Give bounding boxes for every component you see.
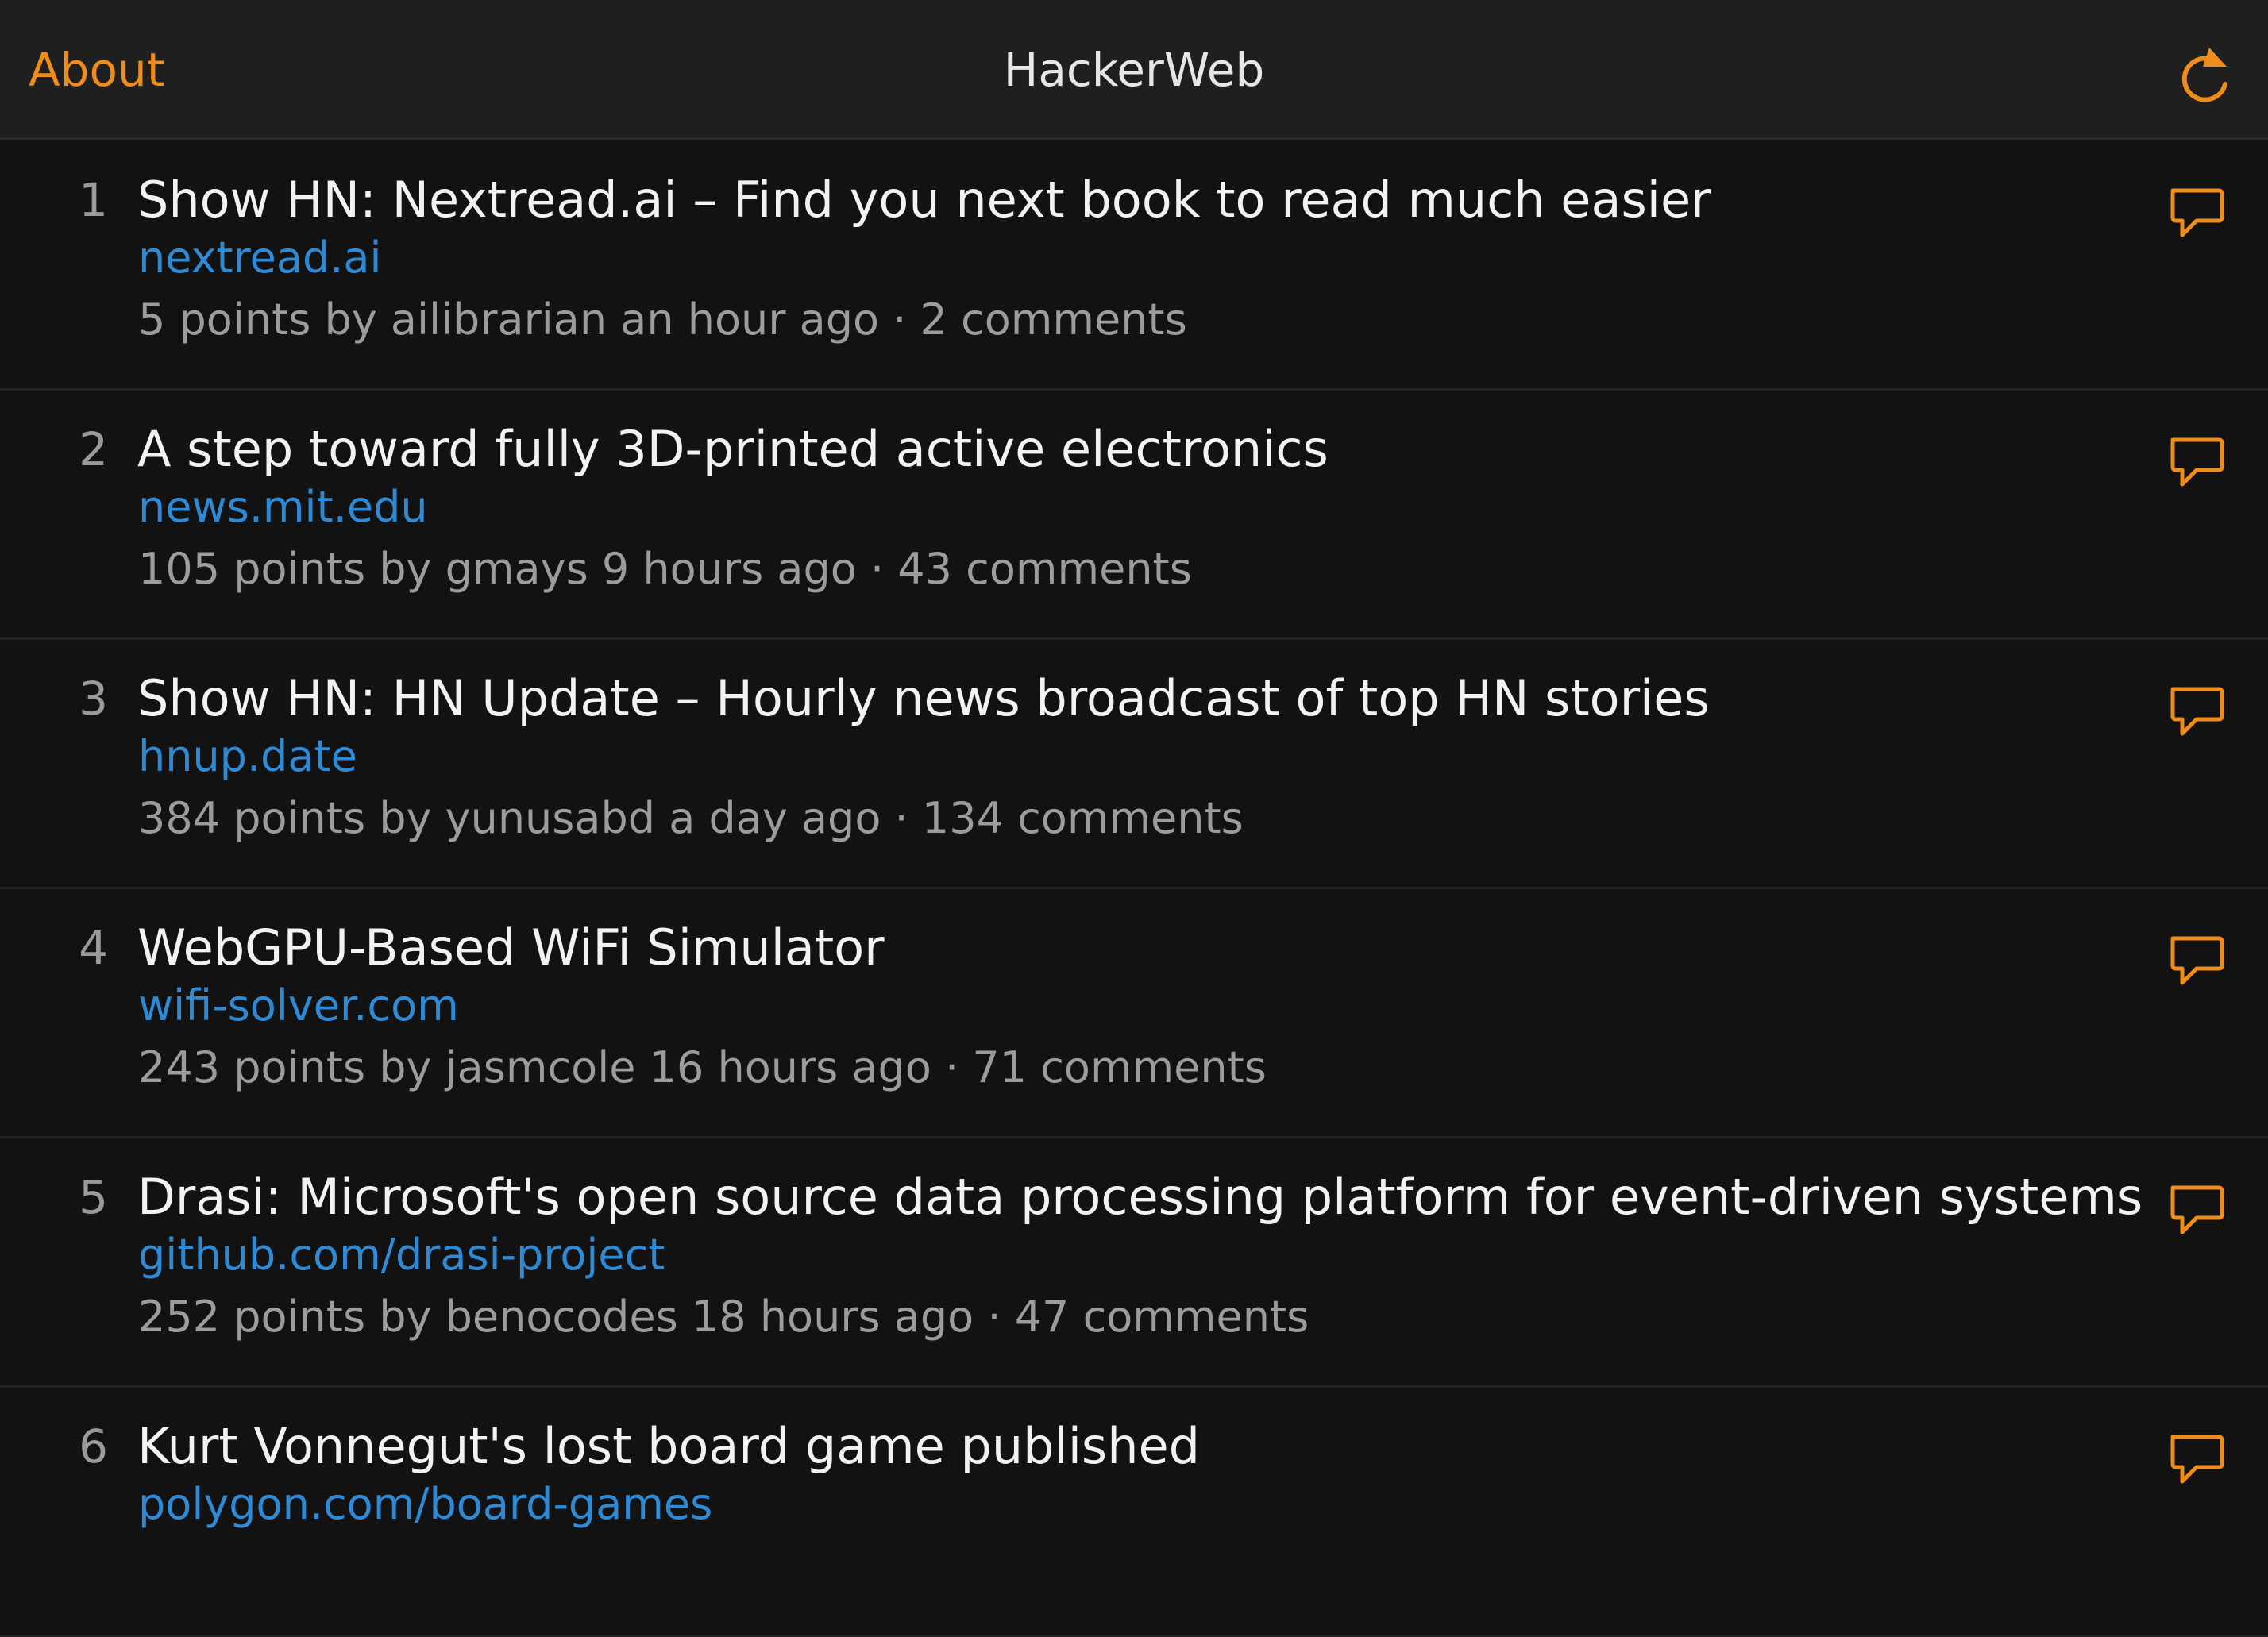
story-list: 1 Show HN: Nextread.ai – Find you next b… bbox=[0, 141, 2268, 1637]
story-item: 4 WebGPU-Based WiFi Simulator wifi-solve… bbox=[0, 889, 2268, 1138]
story-title-link[interactable]: A step toward fully 3D-printed active el… bbox=[137, 421, 1329, 478]
speech-bubble-icon bbox=[2170, 188, 2224, 237]
comments-button[interactable] bbox=[2165, 432, 2228, 495]
story-meta: 105 points by gmays 9 hours ago · 43 com… bbox=[138, 544, 1192, 594]
story-item: 3 Show HN: HN Update – Hourly news broad… bbox=[0, 640, 2268, 889]
story-item: 2 A step toward fully 3D-printed active … bbox=[0, 391, 2268, 640]
story-rank: 2 bbox=[79, 422, 108, 476]
speech-bubble-icon bbox=[2170, 1185, 2224, 1234]
story-rank: 4 bbox=[79, 921, 108, 975]
story-domain-link[interactable]: hnup.date bbox=[138, 730, 357, 783]
story-rank: 5 bbox=[79, 1170, 108, 1224]
story-domain-link[interactable]: wifi-solver.com bbox=[138, 980, 459, 1032]
story-domain-link[interactable]: news.mit.edu bbox=[138, 481, 428, 533]
app-title: HackerWeb bbox=[1003, 43, 1265, 97]
speech-bubble-icon bbox=[2170, 1435, 2224, 1484]
top-navigation-bar: About HackerWeb bbox=[0, 0, 2268, 140]
story-meta: 384 points by yunusabd a day ago · 134 c… bbox=[138, 793, 1244, 843]
comments-button[interactable] bbox=[2165, 681, 2228, 745]
story-item: 5 Drasi: Microsoft's open source data pr… bbox=[0, 1138, 2268, 1388]
story-rank: 6 bbox=[79, 1419, 108, 1473]
story-domain-link[interactable]: nextread.ai bbox=[138, 232, 382, 284]
story-rank: 1 bbox=[79, 173, 108, 227]
comments-button[interactable] bbox=[2165, 930, 2228, 994]
refresh-icon bbox=[2181, 48, 2228, 102]
refresh-button[interactable] bbox=[2170, 43, 2238, 111]
story-item: 6 Kurt Vonnegut's lost board game publis… bbox=[0, 1388, 2268, 1637]
comments-button[interactable] bbox=[2165, 1180, 2228, 1243]
story-domain-link[interactable]: polygon.com/board-games bbox=[138, 1478, 712, 1531]
story-title-link[interactable]: Show HN: HN Update – Hourly news broadca… bbox=[137, 670, 1710, 727]
comments-button[interactable] bbox=[2165, 1429, 2228, 1493]
story-title-link[interactable]: Kurt Vonnegut's lost board game publishe… bbox=[137, 1418, 1200, 1475]
story-title-link[interactable]: WebGPU-Based WiFi Simulator bbox=[137, 919, 885, 976]
story-meta: 243 points by jasmcole 16 hours ago · 71… bbox=[138, 1042, 1267, 1092]
story-item: 1 Show HN: Nextread.ai – Find you next b… bbox=[0, 141, 2268, 391]
story-meta: 5 points by ailibrarian an hour ago · 2 … bbox=[138, 295, 1187, 345]
story-rank: 3 bbox=[79, 672, 108, 726]
story-title-link[interactable]: Drasi: Microsoft's open source data proc… bbox=[137, 1169, 2143, 1226]
speech-bubble-icon bbox=[2170, 936, 2224, 985]
story-title-link[interactable]: Show HN: Nextread.ai – Find you next boo… bbox=[137, 171, 1711, 229]
speech-bubble-icon bbox=[2170, 437, 2224, 487]
comments-button[interactable] bbox=[2165, 183, 2228, 246]
story-domain-link[interactable]: github.com/drasi-project bbox=[138, 1229, 665, 1281]
speech-bubble-icon bbox=[2170, 687, 2224, 736]
story-meta: 252 points by benocodes 18 hours ago · 4… bbox=[138, 1292, 1310, 1342]
